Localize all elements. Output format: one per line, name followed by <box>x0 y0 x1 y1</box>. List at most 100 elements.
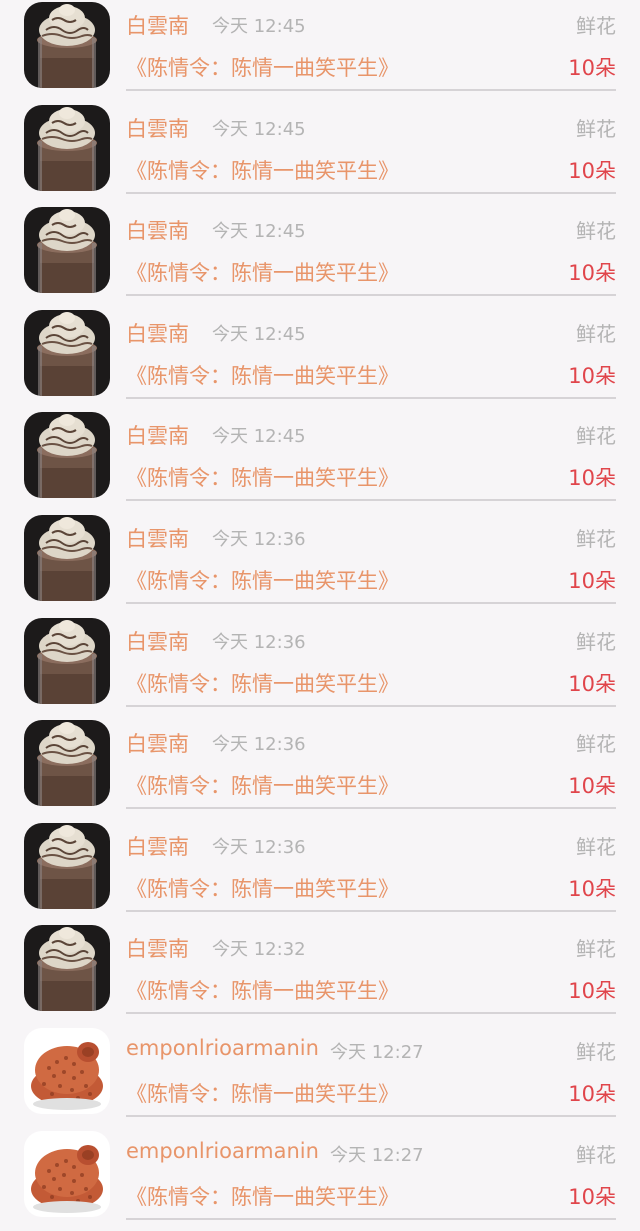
list-item[interactable]: 白雲南 今天 12:36 鲜花 《陈情令：陈情一曲笑平生》 10朵 <box>0 513 640 616</box>
list-item-content: 白雲南 今天 12:45 鲜花 《陈情令：陈情一曲笑平生》 10朵 <box>126 205 616 297</box>
avatar[interactable] <box>24 514 110 601</box>
avatar[interactable] <box>24 207 110 294</box>
gift-type: 鲜花 <box>576 629 616 654</box>
user-name[interactable]: 白雲南 <box>126 523 189 553</box>
user-name[interactable]: 白雲南 <box>126 113 189 143</box>
gift-count: 10朵 <box>568 1081 616 1106</box>
avatar[interactable] <box>24 1130 110 1217</box>
avatar[interactable] <box>24 2 110 88</box>
list-item[interactable]: emponlrioarmanin 今天 12:27 鲜花 《陈情令：陈情一曲笑平… <box>0 1026 640 1129</box>
timestamp: 今天 12:36 <box>212 734 306 756</box>
list-item-content: 白雲南 今天 12:32 鲜花 《陈情令：陈情一曲笑平生》 10朵 <box>126 923 616 1015</box>
avatar[interactable] <box>24 309 110 396</box>
list-item[interactable]: 白雲南 今天 12:45 鲜花 《陈情令：陈情一曲笑平生》 10朵 <box>0 205 640 308</box>
list-item-content: 白雲南 今天 12:36 鲜花 《陈情令：陈情一曲笑平生》 10朵 <box>126 821 616 912</box>
avatar[interactable] <box>24 720 110 807</box>
avatar[interactable] <box>24 822 110 909</box>
user-name[interactable]: emponlrioarmanin <box>126 1036 319 1060</box>
frappe-cup-image <box>24 412 110 499</box>
gift-count: 10朵 <box>568 56 616 80</box>
user-name[interactable]: 白雲南 <box>126 933 189 963</box>
gift-type: 鲜花 <box>576 834 616 859</box>
gift-count: 10朵 <box>568 261 616 286</box>
list-item[interactable]: emponlrioarmanin 今天 12:27 鲜花 《陈情令：陈情一曲笑平… <box>0 1129 640 1231</box>
work-title[interactable]: 《陈情令：陈情一曲笑平生》 <box>126 975 399 1005</box>
gift-type: 鲜花 <box>576 116 616 141</box>
list-item-content: 白雲南 今天 12:45 鲜花 《陈情令：陈情一曲笑平生》 10朵 <box>126 410 616 502</box>
avatar[interactable] <box>24 925 110 1012</box>
user-name[interactable]: 白雲南 <box>126 831 189 861</box>
knit-hat-image <box>24 1130 110 1217</box>
frappe-cup-image <box>24 822 110 909</box>
work-title[interactable]: 《陈情令：陈情一曲笑平生》 <box>126 257 399 287</box>
timestamp: 今天 12:45 <box>212 426 306 448</box>
list-item-content: 白雲南 今天 12:45 鲜花 《陈情令：陈情一曲笑平生》 10朵 <box>126 0 616 91</box>
gift-type: 鲜花 <box>576 14 616 38</box>
timestamp: 今天 12:27 <box>330 1041 424 1063</box>
timestamp: 今天 12:45 <box>212 16 306 37</box>
list-item-content: 白雲南 今天 12:45 鲜花 《陈情令：陈情一曲笑平生》 10朵 <box>126 103 616 194</box>
timestamp: 今天 12:27 <box>330 1144 424 1166</box>
timestamp: 今天 12:36 <box>212 528 306 550</box>
user-name[interactable]: emponlrioarmanin <box>126 1139 319 1163</box>
timestamp: 今天 12:36 <box>212 631 306 653</box>
user-name[interactable]: 白雲南 <box>126 728 189 758</box>
knit-hat-image <box>24 1027 110 1114</box>
frappe-cup-image <box>24 2 110 88</box>
gift-count: 10朵 <box>568 363 616 388</box>
gift-type: 鲜花 <box>576 732 616 757</box>
frappe-cup-image <box>24 207 110 294</box>
timestamp: 今天 12:45 <box>212 221 306 243</box>
frappe-cup-image <box>24 925 110 1012</box>
list-item[interactable]: 白雲南 今天 12:36 鲜花 《陈情令：陈情一曲笑平生》 10朵 <box>0 718 640 821</box>
list-item[interactable]: 白雲南 今天 12:45 鲜花 《陈情令：陈情一曲笑平生》 10朵 <box>0 0 640 103</box>
list-item-content: 白雲南 今天 12:36 鲜花 《陈情令：陈情一曲笑平生》 10朵 <box>126 513 616 604</box>
work-title[interactable]: 《陈情令：陈情一曲笑平生》 <box>126 1181 399 1211</box>
work-title[interactable]: 《陈情令：陈情一曲笑平生》 <box>126 668 399 698</box>
avatar[interactable] <box>24 412 110 499</box>
user-name[interactable]: 白雲南 <box>126 420 189 450</box>
gift-count: 10朵 <box>568 774 616 799</box>
work-title[interactable]: 《陈情令：陈情一曲笑平生》 <box>126 1078 399 1108</box>
list-item-content: emponlrioarmanin 今天 12:27 鲜花 《陈情令：陈情一曲笑平… <box>126 1129 616 1220</box>
user-name[interactable]: 白雲南 <box>126 10 189 40</box>
gift-count: 10朵 <box>568 568 616 593</box>
frappe-cup-image <box>24 309 110 396</box>
timestamp: 今天 12:36 <box>212 836 306 858</box>
avatar[interactable] <box>24 1027 110 1114</box>
list-item-content: emponlrioarmanin 今天 12:27 鲜花 《陈情令：陈情一曲笑平… <box>126 1026 616 1117</box>
work-title[interactable]: 《陈情令：陈情一曲笑平生》 <box>126 873 399 903</box>
list-item[interactable]: 白雲南 今天 12:36 鲜花 《陈情令：陈情一曲笑平生》 10朵 <box>0 616 640 719</box>
work-title[interactable]: 《陈情令：陈情一曲笑平生》 <box>126 360 399 390</box>
gift-count: 10朵 <box>568 876 616 901</box>
list-item[interactable]: 白雲南 今天 12:32 鲜花 《陈情令：陈情一曲笑平生》 10朵 <box>0 923 640 1026</box>
work-title[interactable]: 《陈情令：陈情一曲笑平生》 <box>126 770 399 800</box>
timestamp: 今天 12:45 <box>212 323 306 345</box>
timestamp: 今天 12:45 <box>212 118 306 140</box>
list-item[interactable]: 白雲南 今天 12:36 鲜花 《陈情令：陈情一曲笑平生》 10朵 <box>0 821 640 924</box>
list-item[interactable]: 白雲南 今天 12:45 鲜花 《陈情令：陈情一曲笑平生》 10朵 <box>0 103 640 206</box>
work-title[interactable]: 《陈情令：陈情一曲笑平生》 <box>126 462 399 492</box>
timestamp: 今天 12:32 <box>212 939 306 961</box>
frappe-cup-image <box>24 720 110 807</box>
avatar[interactable] <box>24 617 110 704</box>
gift-type: 鲜花 <box>576 1142 616 1167</box>
list-item-content: 白雲南 今天 12:36 鲜花 《陈情令：陈情一曲笑平生》 10朵 <box>126 718 616 810</box>
user-name[interactable]: 白雲南 <box>126 215 189 245</box>
frappe-cup-image <box>24 617 110 704</box>
gift-count: 10朵 <box>568 671 616 696</box>
avatar[interactable] <box>24 104 110 191</box>
gift-type: 鲜花 <box>576 219 616 244</box>
gift-type: 鲜花 <box>576 1039 616 1064</box>
user-name[interactable]: 白雲南 <box>126 318 189 348</box>
frappe-cup-image <box>24 104 110 191</box>
gift-count: 10朵 <box>568 1184 616 1209</box>
work-title[interactable]: 《陈情令：陈情一曲笑平生》 <box>126 155 399 185</box>
work-title[interactable]: 《陈情令：陈情一曲笑平生》 <box>126 565 399 595</box>
gift-count: 10朵 <box>568 979 616 1004</box>
list-item[interactable]: 白雲南 今天 12:45 鲜花 《陈情令：陈情一曲笑平生》 10朵 <box>0 410 640 513</box>
list-item[interactable]: 白雲南 今天 12:45 鲜花 《陈情令：陈情一曲笑平生》 10朵 <box>0 308 640 411</box>
work-title[interactable]: 《陈情令：陈情一曲笑平生》 <box>126 52 399 82</box>
user-name[interactable]: 白雲南 <box>126 626 189 656</box>
gift-type: 鲜花 <box>576 526 616 551</box>
